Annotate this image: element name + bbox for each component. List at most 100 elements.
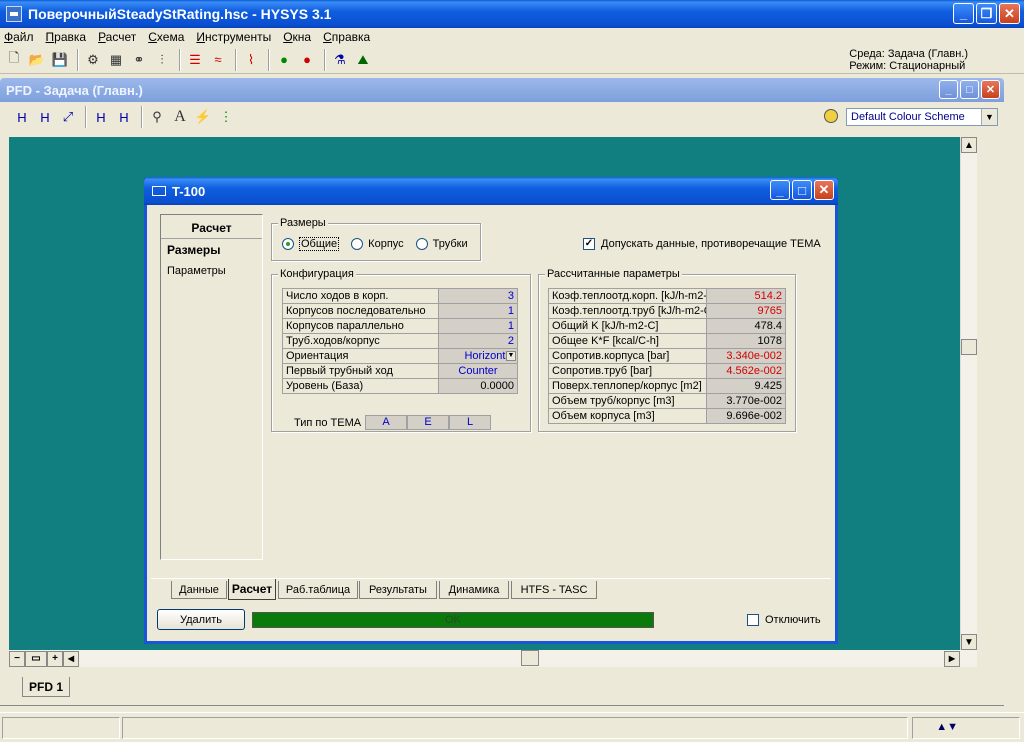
dialog-minimize-button[interactable]: _: [770, 180, 790, 200]
scroll-up-icon[interactable]: ▲: [961, 137, 977, 153]
tema-rear-value[interactable]: L: [449, 415, 492, 430]
colour-scheme-select[interactable]: Default Colour Scheme ▼: [846, 108, 998, 126]
radio-general-dot[interactable]: [282, 238, 294, 250]
traffic-light-icon[interactable]: ⋮: [216, 107, 236, 127]
vertical-scrollbar[interactable]: ▲ ▼: [960, 137, 977, 650]
overall-u-value: 478.4: [706, 318, 786, 334]
table-row: Число ходов в корп. 3: [282, 288, 518, 304]
t100-dialog: T-100 _ □ ✕ Расчет Размеры Параметры Раз…: [144, 177, 838, 644]
tab-rating[interactable]: Расчет: [228, 579, 276, 600]
tab-worksheet[interactable]: Раб.таблица: [278, 581, 358, 599]
radio-general[interactable]: Общие: [282, 237, 340, 251]
tab-performance[interactable]: Результаты: [359, 581, 437, 599]
solver-hold-icon[interactable]: ●: [297, 50, 317, 70]
tab-pfd-1[interactable]: PFD 1: [22, 677, 70, 697]
binoculars-icon[interactable]: ⚭: [129, 50, 149, 70]
calc-label: Коэф.теплоотд.корп. [kJ/h-m2-: [548, 288, 707, 304]
menu-flowsheet[interactable]: Схема: [148, 30, 184, 44]
menu-help[interactable]: Справка: [323, 30, 370, 44]
case-study-icon[interactable]: ⌇: [241, 50, 261, 70]
tema-shell-value[interactable]: E: [407, 415, 450, 430]
tube-dp-value: 4.562e-002: [706, 363, 786, 379]
open-folder-icon[interactable]: 📂: [27, 50, 47, 70]
dynamics-icon[interactable]: ⛰: [353, 50, 373, 70]
ignore-check-box[interactable]: [747, 614, 759, 626]
zoom-window-icon[interactable]: ▭: [25, 650, 47, 667]
horizontal-scrollbar[interactable]: − ▭ + ◀ ▶: [9, 650, 977, 667]
ignore-checkbox[interactable]: Отключить: [747, 614, 821, 626]
mode-label: Режим: Стационарный: [849, 60, 966, 72]
first-tube-pass-value[interactable]: Counter: [438, 363, 518, 379]
app-title: ПоверочныйSteadyStRating.hsc - HYSYS 3.1: [28, 6, 332, 22]
break-icon[interactable]: H: [114, 107, 134, 127]
chevron-down-icon[interactable]: ▼: [981, 109, 997, 125]
new-file-icon[interactable]: 🗋: [4, 50, 24, 70]
hscroll-thumb[interactable]: [521, 650, 539, 666]
tube-htc-value: 9765: [706, 303, 786, 319]
flask-icon[interactable]: ⚗: [330, 50, 350, 70]
delete-button[interactable]: Удалить: [157, 609, 245, 630]
tab-htfs-tasc[interactable]: HTFS - TASC: [511, 581, 597, 599]
pfd-maximize-button[interactable]: □: [960, 80, 979, 99]
menu-file[interactable]: Файл: [4, 30, 34, 44]
zoom-plus-icon[interactable]: +: [47, 650, 63, 667]
shell-htc-value: 514.2: [706, 288, 786, 304]
attach-icon[interactable]: H: [91, 107, 111, 127]
orientation-select[interactable]: Horizontal ▼: [438, 348, 518, 364]
workbook-icon[interactable]: ▦: [106, 50, 126, 70]
utilities-icon[interactable]: ⫶: [152, 50, 172, 70]
zoom-in-icon[interactable]: H: [35, 107, 55, 127]
pfd-lines-icon[interactable]: ☰: [185, 50, 205, 70]
minimize-button[interactable]: _: [953, 3, 974, 24]
pfd-minimize-button[interactable]: _: [939, 80, 958, 99]
zoom-area-icon[interactable]: ⤢: [58, 107, 78, 127]
stream-icon[interactable]: ≈: [208, 50, 228, 70]
dialog-close-button[interactable]: ✕: [814, 180, 834, 200]
status-pane-main: [122, 717, 908, 739]
scroll-down-icon[interactable]: ▼: [961, 634, 977, 650]
restore-button[interactable]: ❐: [976, 3, 997, 24]
radio-tubes-dot[interactable]: [415, 238, 428, 250]
pfd-close-button[interactable]: ✕: [981, 80, 1000, 99]
tab-dynamics[interactable]: Динамика: [439, 581, 509, 599]
shells-parallel-value[interactable]: 1: [438, 318, 518, 334]
scroll-right-icon[interactable]: ▶: [944, 650, 960, 667]
side-panel-header: Расчет: [161, 215, 262, 239]
tema-front-value[interactable]: A: [365, 415, 408, 430]
menu-edit[interactable]: Правка: [46, 30, 87, 44]
lightning-icon[interactable]: ⚡: [193, 107, 213, 127]
shell-dp-value: 3.340e-002: [706, 348, 786, 364]
shells-series-value[interactable]: 1: [438, 303, 518, 319]
level-base-value[interactable]: 0.0000: [438, 378, 518, 394]
text-tool-icon[interactable]: A: [170, 107, 190, 127]
radio-shell[interactable]: Корпус: [351, 238, 404, 250]
magnifier-icon[interactable]: ⚲: [147, 107, 167, 127]
zoom-fit-icon[interactable]: H: [12, 107, 32, 127]
zoom-out-icon[interactable]: −: [9, 650, 25, 667]
chevron-down-icon[interactable]: ▼: [506, 351, 516, 361]
components-icon[interactable]: ⚙: [83, 50, 103, 70]
allow-tema-check-icon[interactable]: ✓: [583, 238, 595, 250]
shell-passes-value[interactable]: 3: [438, 288, 518, 304]
tube-passes-value[interactable]: 2: [438, 333, 518, 349]
menu-window[interactable]: Окна: [283, 30, 311, 44]
menu-tools[interactable]: Инструменты: [196, 30, 271, 44]
side-item-sizes[interactable]: Размеры: [161, 239, 262, 261]
radio-tubes[interactable]: Трубки: [415, 238, 468, 250]
updown-arrows-icon[interactable]: ▲▼: [936, 721, 958, 733]
close-button[interactable]: ✕: [999, 3, 1020, 24]
side-item-parameters[interactable]: Параметры: [161, 261, 262, 281]
config-label: Первый трубный ход: [282, 363, 439, 379]
configuration-table: Число ходов в корп. 3 Корпусов последова…: [282, 288, 518, 394]
colour-scheme-icon[interactable]: [824, 109, 838, 123]
solver-active-icon[interactable]: ●: [274, 50, 294, 70]
save-icon[interactable]: 💾: [50, 50, 70, 70]
scroll-left-icon[interactable]: ◀: [63, 650, 79, 667]
scroll-thumb[interactable]: [961, 339, 977, 355]
radio-shell-dot[interactable]: [351, 238, 364, 250]
tube-volume-value: 3.770e-002: [706, 393, 786, 409]
allow-tema-checkbox[interactable]: ✓ Допускать данные, противоречащие TEMA: [583, 238, 821, 250]
tab-design[interactable]: Данные: [171, 581, 227, 599]
menu-simulation[interactable]: Расчет: [98, 30, 136, 44]
dialog-maximize-button[interactable]: □: [792, 180, 812, 200]
